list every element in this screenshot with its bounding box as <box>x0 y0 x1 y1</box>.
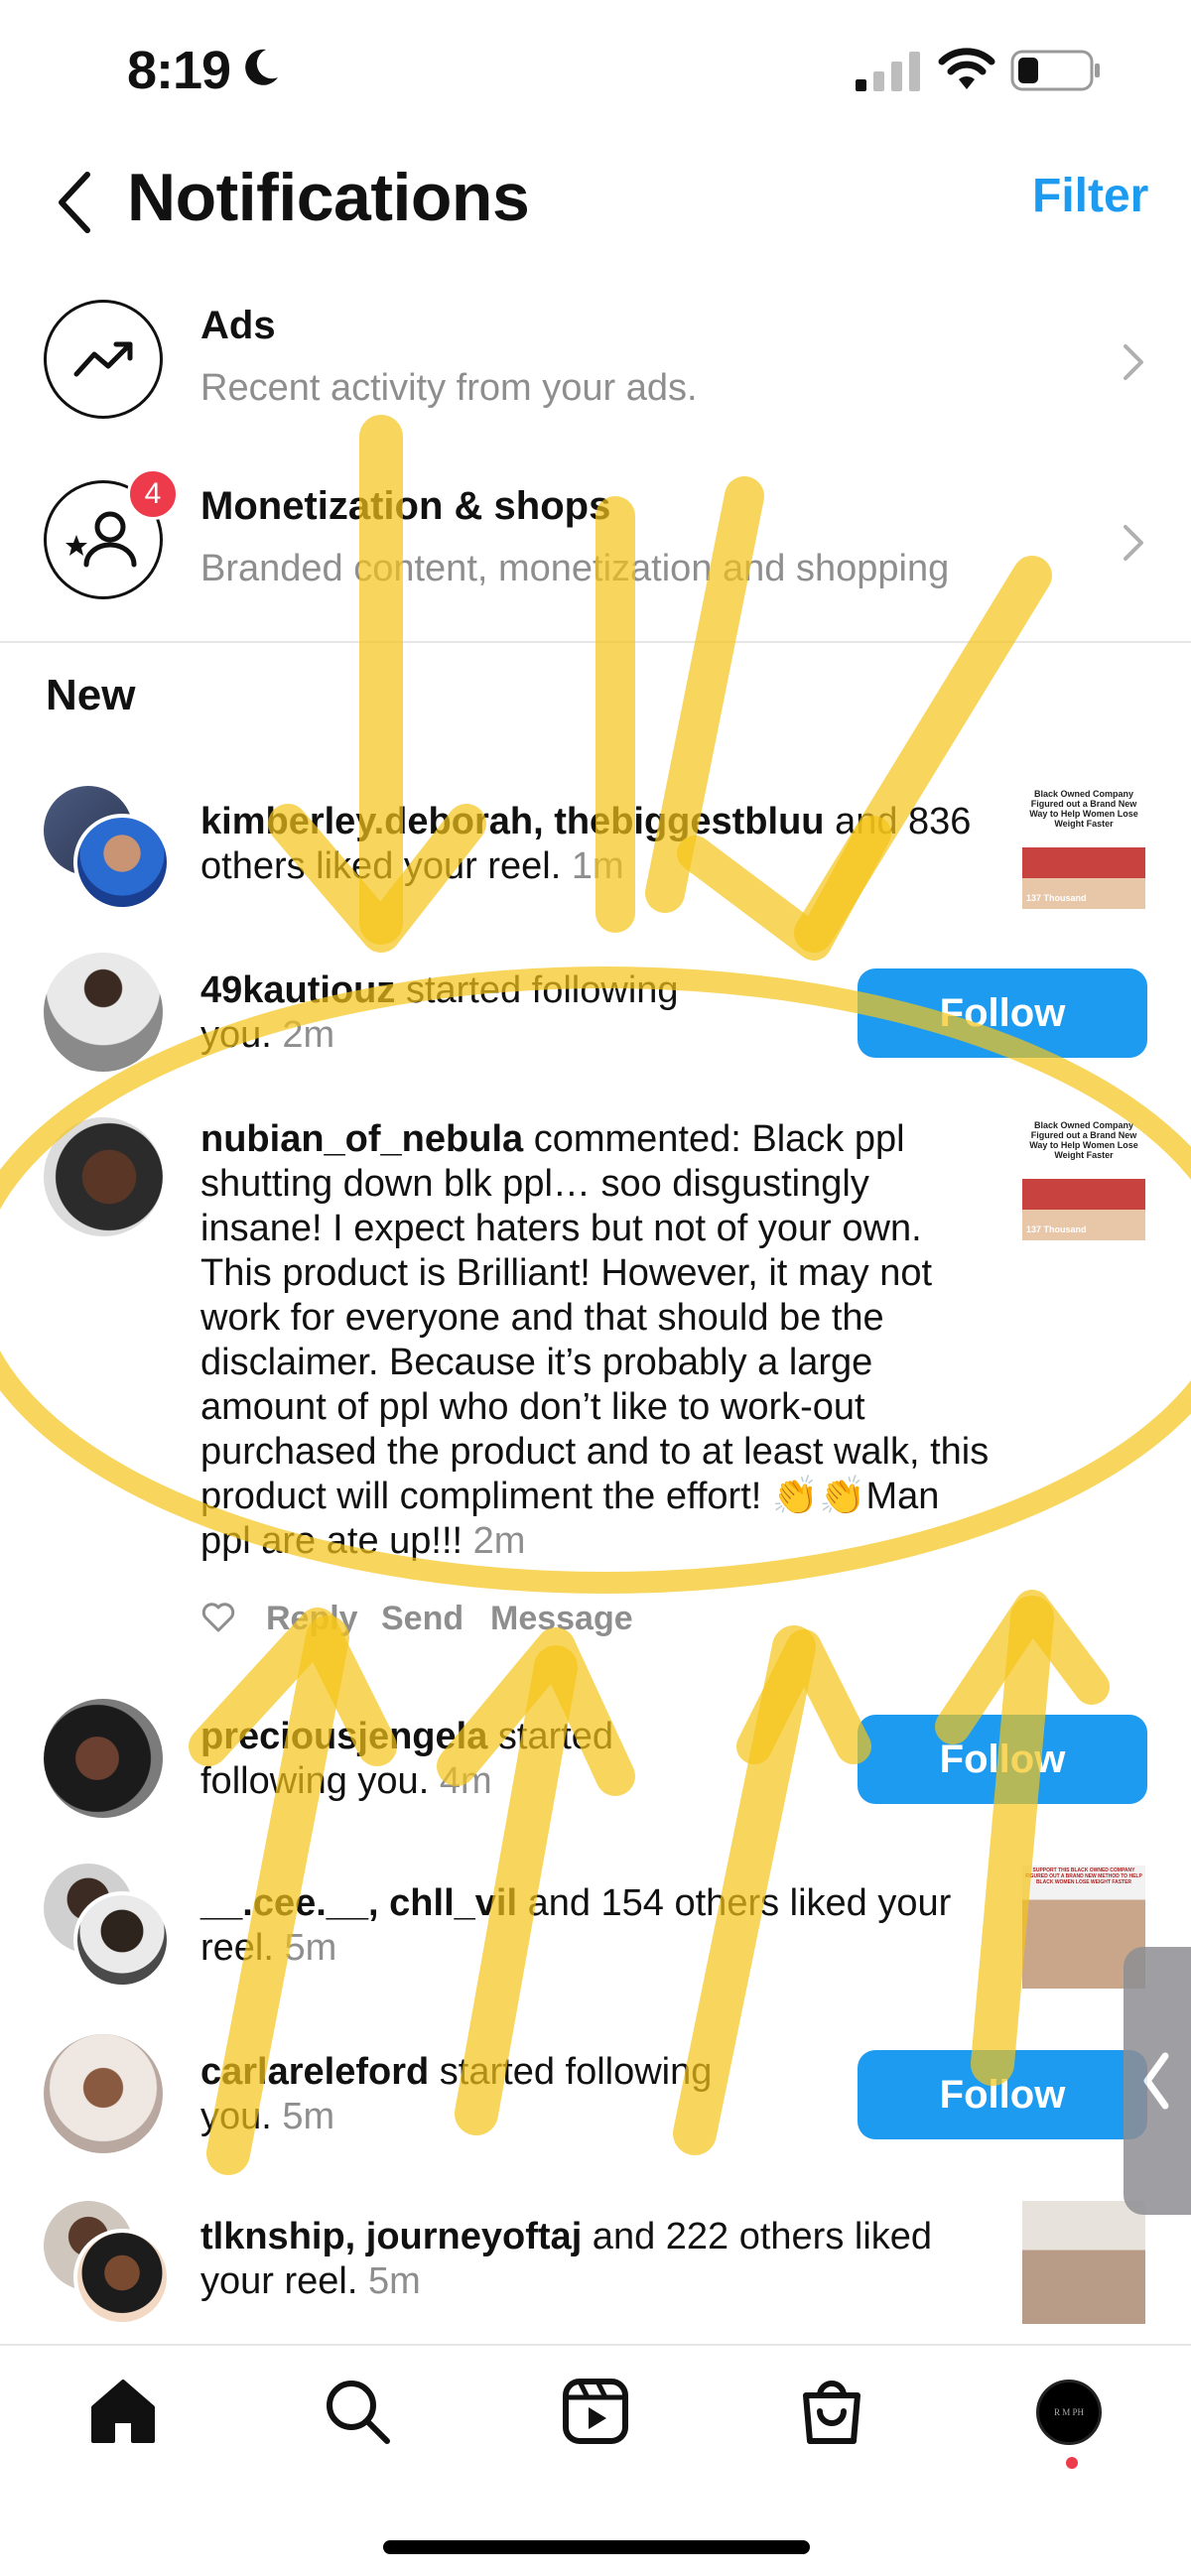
section-new-label: New <box>46 671 136 719</box>
avatar[interactable] <box>44 1117 163 1236</box>
reel-thumbnail[interactable] <box>1022 2201 1145 2324</box>
username[interactable]: 49kautiouz <box>200 969 395 1011</box>
send-button[interactable]: Send <box>381 1600 463 1638</box>
thumbnail-caption: Black Owned Company Figured out a Brand … <box>1029 1120 1138 1160</box>
notification-item[interactable]: 49kautiouz started following you. 2m Fol… <box>0 949 1191 1078</box>
chevron-right-icon <box>1124 525 1143 561</box>
search-icon[interactable] <box>318 2372 397 2451</box>
back-icon[interactable] <box>50 167 99 238</box>
home-indicator[interactable] <box>383 2540 810 2554</box>
timestamp: 5m <box>367 2260 421 2302</box>
follow-button[interactable]: Follow <box>858 968 1147 1058</box>
divider <box>0 641 1191 643</box>
profile-initials: R M PH <box>1053 2407 1084 2417</box>
avatar[interactable] <box>44 953 163 1072</box>
tab-bar-divider <box>0 2344 1191 2346</box>
notification-item[interactable]: tlknship, journeyoftaj and 222 others li… <box>0 2199 1191 2328</box>
comment-text: commented: Black ppl shutting down blk p… <box>200 1118 990 1562</box>
heart-icon[interactable] <box>200 1602 236 1633</box>
follow-button[interactable]: Follow <box>858 1715 1147 1804</box>
notification-item[interactable]: preciousjengela started following you. 4… <box>0 1695 1191 1824</box>
monetization-title: Monetization & shops <box>200 484 611 528</box>
filter-button[interactable]: Filter <box>1032 169 1148 223</box>
cellular-signal-icon <box>856 52 920 91</box>
ads-row[interactable]: Ads Recent activity from your ads. <box>0 288 1191 437</box>
avatar[interactable] <box>73 814 171 911</box>
thumbnail-caption: Black Owned Company Figured out a Brand … <box>1029 789 1138 829</box>
page-title: Notifications <box>127 160 530 235</box>
chevron-right-icon <box>1124 344 1143 380</box>
notification-item[interactable]: kimberley.deborah, thebiggestbluu and 83… <box>0 774 1191 923</box>
chevron-left-icon <box>1143 2052 1169 2110</box>
wifi-icon <box>938 48 995 89</box>
username[interactable]: preciousjengela <box>200 1716 487 1757</box>
home-icon[interactable] <box>83 2372 163 2451</box>
notification-item[interactable]: __.cee.__, chll_vil and 154 others liked… <box>0 1862 1191 1991</box>
reel-thumbnail[interactable]: Black Owned Company Figured out a Brand … <box>1022 1117 1145 1240</box>
timestamp: 5m <box>284 1927 337 1969</box>
usernames[interactable]: __.cee.__, chll_vil <box>200 1882 517 1924</box>
usernames[interactable]: tlknship, journeyoftaj <box>200 2216 582 2257</box>
side-pull-tab[interactable] <box>1124 1947 1191 2215</box>
timestamp: 1m <box>571 845 624 887</box>
notification-dot <box>1066 2457 1078 2469</box>
reply-button[interactable]: Reply <box>266 1600 358 1638</box>
status-time: 8:19 <box>127 41 231 100</box>
ads-subtitle: Recent activity from your ads. <box>200 367 698 409</box>
avatar[interactable] <box>73 2229 171 2326</box>
follow-button[interactable]: Follow <box>858 2050 1147 2139</box>
username[interactable]: nubian_of_nebula <box>200 1118 523 1160</box>
reels-icon[interactable] <box>556 2372 635 2451</box>
timestamp: 2m <box>282 1014 335 1056</box>
battery-icon <box>1010 50 1100 91</box>
trending-up-icon <box>44 300 163 419</box>
monetization-row[interactable]: 4 Monetization & shops Branded content, … <box>0 468 1191 617</box>
avatar[interactable] <box>73 1891 171 1989</box>
message-button[interactable]: Message <box>490 1600 633 1638</box>
ads-title: Ads <box>200 304 276 347</box>
timestamp: 2m <box>472 1520 526 1562</box>
notification-item[interactable]: carlareleford started following you. 5m … <box>0 2030 1191 2159</box>
notification-item[interactable]: nubian_of_nebula commented: Black ppl sh… <box>0 1117 1191 1653</box>
profile-avatar[interactable]: R M PH <box>1036 2380 1102 2445</box>
reel-thumbnail[interactable]: Black Owned Company Figured out a Brand … <box>1022 786 1145 909</box>
thumbnail-count: 137 Thousand <box>1026 893 1087 903</box>
avatar[interactable] <box>44 1699 163 1818</box>
timestamp: 5m <box>282 2096 335 2137</box>
username[interactable]: carlareleford <box>200 2051 429 2093</box>
shop-icon[interactable] <box>792 2372 871 2451</box>
moon-icon <box>245 49 278 85</box>
thumbnail-caption: SUPPORT THIS BLACK OWNED COMPANY FIGURED… <box>1025 1868 1142 1885</box>
thumbnail-count: 137 Thousand <box>1026 1224 1087 1234</box>
notification-badge: 4 <box>127 468 179 520</box>
monetization-subtitle: Branded content, monetization and shoppi… <box>200 548 950 589</box>
usernames[interactable]: kimberley.deborah, thebiggestbluu <box>200 801 825 842</box>
timestamp: 4m <box>439 1760 492 1802</box>
avatar[interactable] <box>44 2034 163 2153</box>
